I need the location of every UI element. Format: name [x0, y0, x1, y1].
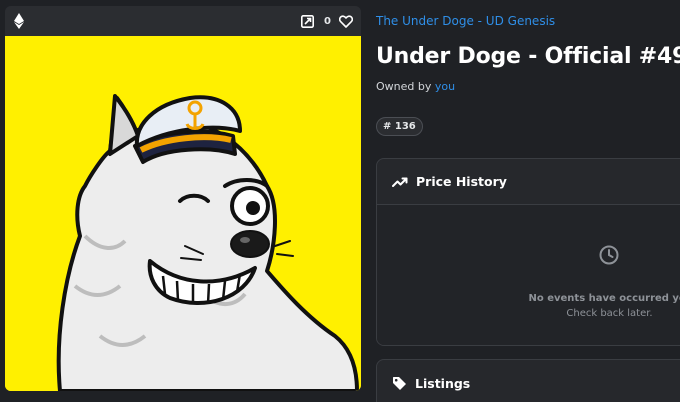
listings-header[interactable]: Listings: [377, 360, 680, 402]
listings-title: Listings: [415, 375, 471, 391]
clock-icon: [599, 245, 619, 265]
owned-by: Owned by you: [376, 80, 455, 93]
owned-by-label: Owned by: [376, 80, 435, 93]
price-history-header[interactable]: Price History: [377, 159, 680, 205]
collection-link[interactable]: The Under Doge - UD Genesis: [376, 14, 555, 28]
price-history-body: No events have occurred yet Check back l…: [377, 205, 680, 345]
card-topbar: 0: [5, 6, 361, 36]
empty-state-hint: Check back later.: [566, 308, 653, 319]
tag-icon: [393, 376, 406, 390]
listings-panel: Listings: [376, 359, 680, 402]
empty-state-message: No events have occurred yet: [528, 293, 680, 304]
asset-details: The Under Doge - UD Genesis Under Doge -…: [376, 0, 680, 402]
nft-card: 0: [5, 6, 361, 391]
card-actions: 0: [301, 14, 353, 28]
ethereum-icon: [14, 13, 24, 29]
like-count: 0: [324, 15, 331, 27]
price-history-panel: Price History No events have occurred ye…: [376, 158, 680, 346]
nft-image[interactable]: [5, 36, 361, 391]
under-doge-illustration: [5, 36, 361, 391]
asset-title: Under Doge - Official #493: [376, 44, 680, 69]
owner-link[interactable]: you: [435, 80, 455, 93]
price-history-title: Price History: [416, 174, 507, 189]
heart-outline-icon[interactable]: [339, 14, 353, 28]
token-id-badge: # 136: [376, 117, 423, 136]
open-in-new-icon[interactable]: [301, 14, 315, 28]
trending-line-icon: [392, 177, 408, 187]
